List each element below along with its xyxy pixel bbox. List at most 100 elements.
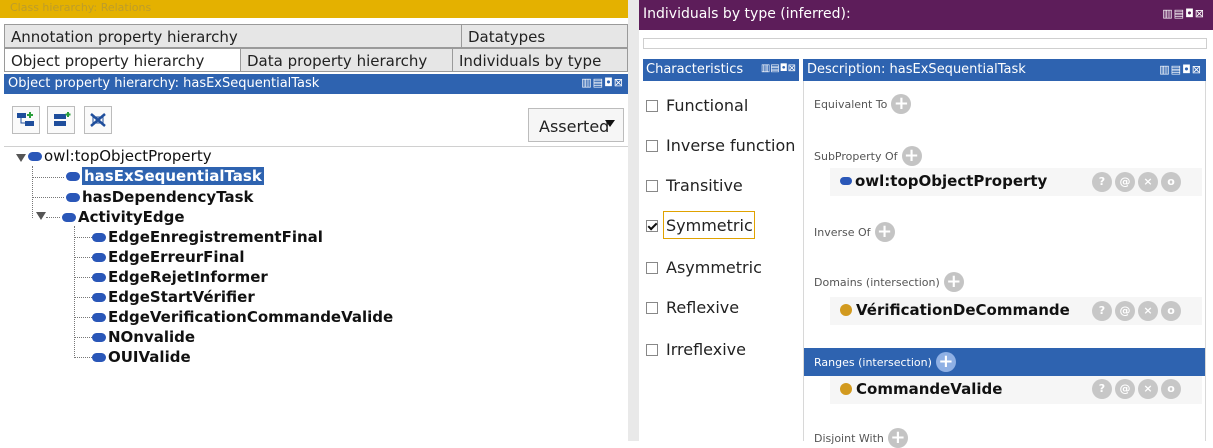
tree-node-selected[interactable]: hasExSequentialTask [66, 166, 264, 186]
tree-connector [74, 226, 75, 358]
expand-triangle-icon[interactable] [36, 212, 46, 220]
checkbox-box[interactable] [646, 139, 658, 152]
tree-node[interactable]: OUIValide [92, 347, 191, 367]
header-title: Individuals by type (inferred): [643, 6, 851, 22]
property-icon [92, 272, 106, 282]
property-icon [62, 212, 76, 222]
tree-node[interactable]: EdgeStartVérifier [92, 287, 255, 307]
add-superproperty-button[interactable]: + [901, 146, 922, 166]
tree-node[interactable]: hasDependencyTask [66, 187, 254, 207]
tree-connector [74, 317, 92, 318]
irreflexive-checkbox[interactable]: Irreflexive [646, 340, 746, 359]
tree-connector [32, 197, 64, 198]
property-icon [92, 332, 106, 342]
header-title: Object property hierarchy: hasExSequenti… [8, 76, 320, 91]
characteristics-header: Characteristics ▥▤◘⊠ [643, 59, 799, 81]
property-icon [66, 192, 80, 202]
symmetric-checkbox[interactable]: Symmetric [646, 216, 753, 235]
delete-icon[interactable]: × [1138, 379, 1158, 399]
property-icon [840, 177, 852, 185]
split-pane-divider[interactable] [628, 0, 639, 441]
individuals-list[interactable] [643, 38, 1207, 49]
checkbox-box[interactable] [646, 179, 658, 192]
view-controls-icon[interactable]: ▥▤◘⊠ [1159, 63, 1202, 76]
tree-node[interactable]: EdgeRejetInformer [92, 267, 268, 287]
tab-data-property-hierarchy[interactable]: Data property hierarchy [240, 48, 453, 72]
chevron-down-icon [605, 120, 615, 127]
tab-object-property-hierarchy[interactable]: Object property hierarchy [4, 48, 241, 72]
tree-connector [32, 166, 33, 218]
tree-node[interactable]: EdgeVerificationCommandeValide [92, 307, 393, 327]
edit-icon[interactable]: o [1161, 379, 1181, 399]
tree-node[interactable]: EdgeErreurFinal [92, 247, 245, 267]
disjoint-with-section: Disjoint With + [814, 428, 908, 448]
functional-checkbox[interactable]: Functional [646, 96, 748, 115]
hierarchy-mode-select[interactable]: Asserted [528, 108, 624, 142]
delete-icon[interactable]: × [1138, 172, 1158, 192]
strip-title: Class hierarchy: Relations [10, 1, 152, 14]
ranges-section: Ranges (intersection) + [814, 352, 956, 372]
subproperty-entry[interactable]: owl:topObjectProperty [840, 172, 1047, 190]
delete-property-button[interactable] [84, 106, 112, 134]
tree-node[interactable]: ActivityEdge [62, 207, 185, 227]
add-domain-button[interactable]: + [943, 272, 964, 292]
hierarchy-mode-value: Asserted [539, 117, 610, 136]
tree-connector [74, 257, 92, 258]
annotate-icon[interactable]: @ [1115, 379, 1135, 399]
range-entry[interactable]: CommandeValide [840, 380, 1002, 398]
explain-icon[interactable]: ? [1092, 301, 1112, 321]
add-equivalent-button[interactable]: + [891, 94, 912, 114]
checkbox-box[interactable] [646, 219, 658, 232]
add-range-button[interactable]: + [935, 352, 956, 372]
entry-actions: ? @ × o [1092, 379, 1181, 399]
tree-node-root[interactable]: owl:topObjectProperty [28, 146, 212, 166]
tree-node[interactable]: EdgeEnregistrementFinal [92, 227, 323, 247]
individuals-by-type-header: Individuals by type (inferred): ▥▤◘⊠ [639, 0, 1213, 30]
explain-icon[interactable]: ? [1092, 172, 1112, 192]
checkbox-box[interactable] [646, 301, 658, 314]
explain-icon[interactable]: ? [1092, 379, 1112, 399]
checkbox-box[interactable] [646, 343, 658, 356]
annotate-icon[interactable]: @ [1115, 301, 1135, 321]
entry-actions: ? @ × o [1092, 301, 1181, 321]
transitive-checkbox[interactable]: Transitive [646, 176, 743, 195]
view-controls-icon[interactable]: ▥▤◘⊠ [761, 63, 796, 74]
tree-connector [32, 177, 64, 178]
tree-connector [74, 357, 92, 358]
view-controls-icon[interactable]: ▥▤◘⊠ [581, 76, 624, 89]
tree-node[interactable]: NOnvalide [92, 327, 195, 347]
class-icon [840, 383, 852, 395]
annotate-icon[interactable]: @ [1115, 172, 1135, 192]
tree-connector [46, 217, 60, 218]
tree-connector [74, 237, 92, 238]
delete-icon[interactable]: × [1138, 301, 1158, 321]
property-icon [92, 232, 106, 242]
edit-icon[interactable]: o [1161, 301, 1181, 321]
edit-icon[interactable]: o [1161, 172, 1181, 192]
domain-entry[interactable]: VérificationDeCommande [840, 301, 1070, 319]
view-controls-icon[interactable]: ▥▤◘⊠ [1162, 7, 1205, 20]
add-sibling-icon [54, 112, 71, 126]
tree-connector [74, 297, 92, 298]
asymmetric-checkbox[interactable]: Asymmetric [646, 258, 762, 277]
inverse-functional-checkbox[interactable]: Inverse function [646, 136, 795, 155]
property-icon [92, 312, 106, 322]
tab-annotation-property-hierarchy[interactable]: Annotation property hierarchy [4, 24, 462, 48]
checkbox-box[interactable] [646, 261, 658, 274]
entry-actions: ? @ × o [1092, 172, 1181, 192]
tab-datatypes[interactable]: Datatypes [461, 24, 628, 48]
add-subproperty-button[interactable] [12, 106, 40, 134]
tab-individuals-by-type[interactable]: Individuals by type [452, 48, 628, 72]
tree-connector [74, 277, 92, 278]
property-icon [92, 352, 106, 362]
header-title: Description: hasExSequentialTask [807, 62, 1026, 77]
object-property-hierarchy-header: Object property hierarchy: hasExSequenti… [4, 74, 628, 94]
add-sibling-button[interactable] [47, 106, 75, 134]
checkbox-box[interactable] [646, 99, 658, 112]
expand-triangle-icon[interactable] [16, 154, 26, 162]
add-disjoint-button[interactable]: + [887, 428, 908, 448]
reflexive-checkbox[interactable]: Reflexive [646, 298, 739, 317]
header-title: Characteristics [646, 62, 744, 77]
add-inverse-button[interactable]: + [874, 222, 895, 242]
class-hierarchy-strip: Class hierarchy: Relations [0, 0, 628, 18]
